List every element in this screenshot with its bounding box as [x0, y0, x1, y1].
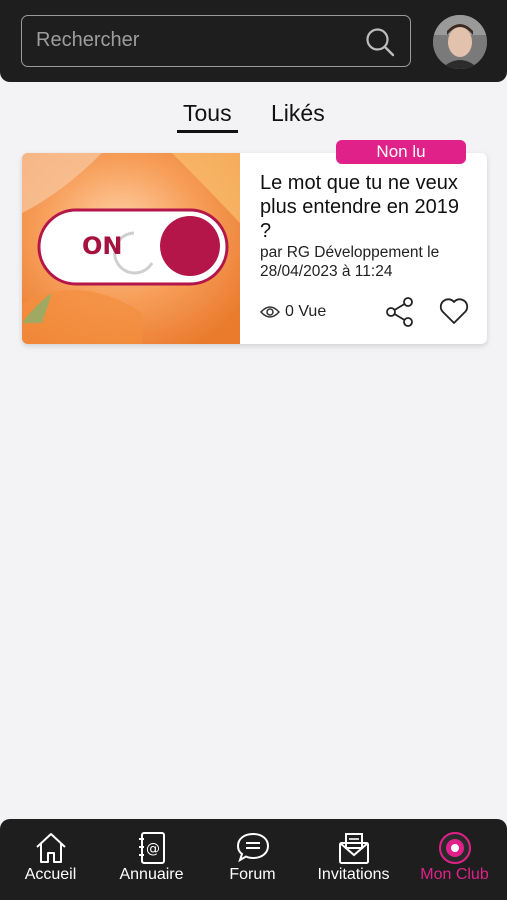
article-title[interactable]: Le mot que tu ne veux plus entendre en 2…	[260, 171, 475, 243]
nav-item-annuaire[interactable]: @ Annuaire	[101, 819, 202, 900]
view-count: 0 Vue	[260, 303, 326, 321]
search-placeholder: Rechercher	[36, 29, 140, 51]
unread-badge: Non lu	[336, 140, 466, 164]
search-input[interactable]: Rechercher	[21, 15, 411, 67]
article-thumbnail: ON	[22, 153, 240, 344]
nav-item-accueil[interactable]: Accueil	[0, 819, 101, 900]
nav-item-forum[interactable]: Forum	[202, 819, 303, 900]
avatar[interactable]	[433, 15, 487, 69]
article-meta: par RG Développement le 28/04/2023 à 11:…	[260, 244, 440, 280]
view-count-label: 0 Vue	[285, 303, 327, 320]
share-icon[interactable]	[386, 297, 414, 327]
nav-label-mon-club: Mon Club	[420, 866, 489, 883]
nav-label-invitations: Invitations	[317, 866, 390, 883]
tab-likes[interactable]: Likés	[271, 100, 325, 127]
nav-label-forum: Forum	[229, 866, 276, 883]
nav-item-invitations[interactable]: Invitations	[303, 819, 404, 900]
search-icon[interactable]	[364, 26, 396, 58]
svg-text:@: @	[146, 841, 160, 857]
home-icon	[35, 833, 66, 863]
bottom-nav: Accueil @ Annuaire Forum Invitations Mon…	[0, 819, 507, 900]
address-book-icon: @	[138, 832, 165, 864]
envelope-icon	[338, 833, 369, 864]
nav-item-mon-club[interactable]: Mon Club	[404, 819, 505, 900]
user-photo	[433, 15, 487, 69]
chat-bubbles-icon	[236, 832, 269, 863]
eye-icon	[260, 306, 280, 318]
nav-label-annuaire: Annuaire	[119, 866, 184, 883]
heart-icon[interactable]	[439, 297, 469, 325]
filter-tabs: Tous Likés	[0, 100, 507, 140]
top-bar: Rechercher	[0, 0, 507, 82]
thumb-on-label: ON	[82, 232, 123, 260]
tab-tous[interactable]: Tous	[177, 100, 238, 133]
nav-label-accueil: Accueil	[24, 866, 77, 883]
club-logo-icon	[438, 832, 471, 864]
